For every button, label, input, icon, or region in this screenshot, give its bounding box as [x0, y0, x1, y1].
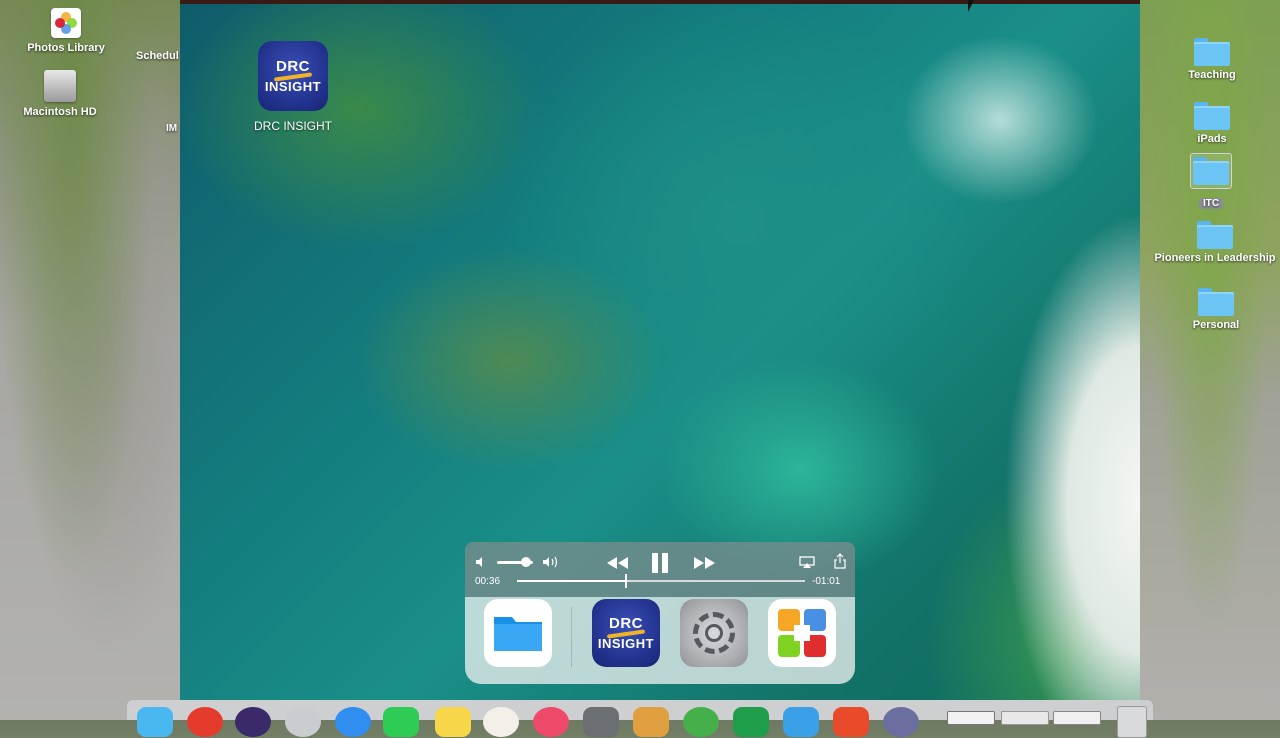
- mac-dock: [127, 700, 1153, 738]
- drc-insight-app-icon[interactable]: DRC INSIGHT: [258, 41, 328, 111]
- facetime-icon[interactable]: [383, 707, 419, 737]
- quicktime-icon[interactable]: [883, 707, 919, 737]
- drc-insight-icon[interactable]: DRC INSIGHT: [592, 599, 660, 667]
- twitter-icon[interactable]: [783, 707, 819, 737]
- pause-icon[interactable]: [650, 552, 670, 574]
- volume-slider-knob[interactable]: [520, 557, 531, 567]
- elapsed-time: 00:36: [475, 576, 501, 587]
- app-icon[interactable]: [633, 707, 669, 737]
- scrubber-playhead[interactable]: [625, 574, 628, 588]
- folder-label: iPads: [1197, 133, 1227, 145]
- im-partial-label: IM: [166, 123, 178, 134]
- media-controls: 00:36 -01:01: [465, 542, 855, 597]
- folder-icon: [1194, 102, 1230, 130]
- music-icon[interactable]: [533, 707, 569, 737]
- window-icon[interactable]: [947, 711, 995, 725]
- folder-icon: [1198, 288, 1234, 316]
- folder-icon: [1193, 157, 1229, 185]
- siri-icon[interactable]: [235, 707, 271, 737]
- window-icon[interactable]: [1001, 711, 1049, 725]
- ipad-screen[interactable]: DRC INSIGHT DRC INSIGHT 00:36 -01:01 DRC…: [180, 0, 1140, 700]
- folder-label: Personal: [1192, 319, 1240, 331]
- folder-itc[interactable]: ITC: [1180, 153, 1242, 211]
- window-icon[interactable]: [1053, 711, 1101, 725]
- photos-library-label: Photos Library: [27, 42, 105, 54]
- folder-teaching[interactable]: Teaching: [1172, 38, 1252, 81]
- drc-insight-app-label: DRC INSIGHT: [254, 119, 332, 133]
- hard-drive-icon: [44, 70, 76, 102]
- photos-library-item[interactable]: Photos Library: [20, 8, 112, 54]
- macintosh-hd-item[interactable]: Macintosh HD: [14, 70, 106, 118]
- preferences-icon[interactable]: [583, 707, 619, 737]
- folder-icon: [1197, 221, 1233, 249]
- trash-icon[interactable]: [1117, 706, 1147, 738]
- photos-icon[interactable]: [483, 707, 519, 737]
- finder-icon[interactable]: [137, 707, 173, 737]
- folder-label: Pioneers in Leadership: [1154, 252, 1276, 264]
- notes-icon[interactable]: [435, 707, 471, 737]
- dock-separator: [571, 607, 572, 667]
- folder-pioneers-in-leadership[interactable]: Pioneers in Leadership: [1150, 221, 1280, 264]
- macintosh-hd-label: Macintosh HD: [23, 106, 97, 118]
- chrome-icon[interactable]: [187, 707, 223, 737]
- speaker-high-icon: [543, 556, 558, 568]
- selected-folder-frame: [1190, 153, 1232, 189]
- folder-ipads[interactable]: iPads: [1172, 102, 1252, 145]
- schedule-partial-label: Schedul: [136, 50, 179, 62]
- insight-logo-text: INSIGHT: [264, 79, 322, 94]
- fast-forward-icon[interactable]: [692, 555, 716, 571]
- gear-center: [705, 624, 723, 642]
- insight-logo-text: INSIGHT: [597, 636, 655, 651]
- drc-logo-text: DRC: [276, 58, 310, 75]
- ipad-dock: DRC INSIGHT: [465, 597, 855, 684]
- excel-icon[interactable]: [733, 707, 769, 737]
- ipad-status-bar: [180, 0, 1140, 4]
- launchpad-icon[interactable]: [285, 707, 321, 737]
- folder-label: ITC: [1198, 198, 1224, 209]
- screenflow-icon[interactable]: [833, 707, 869, 737]
- safari-icon[interactable]: [335, 707, 371, 737]
- mouse-pointer-icon: [968, 0, 980, 12]
- share-icon[interactable]: [834, 553, 846, 569]
- rewind-icon[interactable]: [606, 555, 630, 571]
- airplay-icon[interactable]: [799, 556, 815, 569]
- app-grid-icon[interactable]: [768, 599, 836, 667]
- scrubber-fill: [517, 580, 627, 582]
- folder-icon: [1194, 38, 1230, 66]
- speaker-low-icon: [476, 557, 482, 567]
- photos-icon: [51, 8, 81, 38]
- remaining-time: -01:01: [812, 576, 841, 587]
- settings-icon[interactable]: [680, 599, 748, 667]
- folder-label: Teaching: [1188, 69, 1236, 81]
- folder-personal[interactable]: Personal: [1176, 288, 1256, 331]
- files-icon[interactable]: [484, 599, 552, 667]
- maps-icon[interactable]: [683, 707, 719, 737]
- drc-logo-text: DRC: [609, 615, 643, 632]
